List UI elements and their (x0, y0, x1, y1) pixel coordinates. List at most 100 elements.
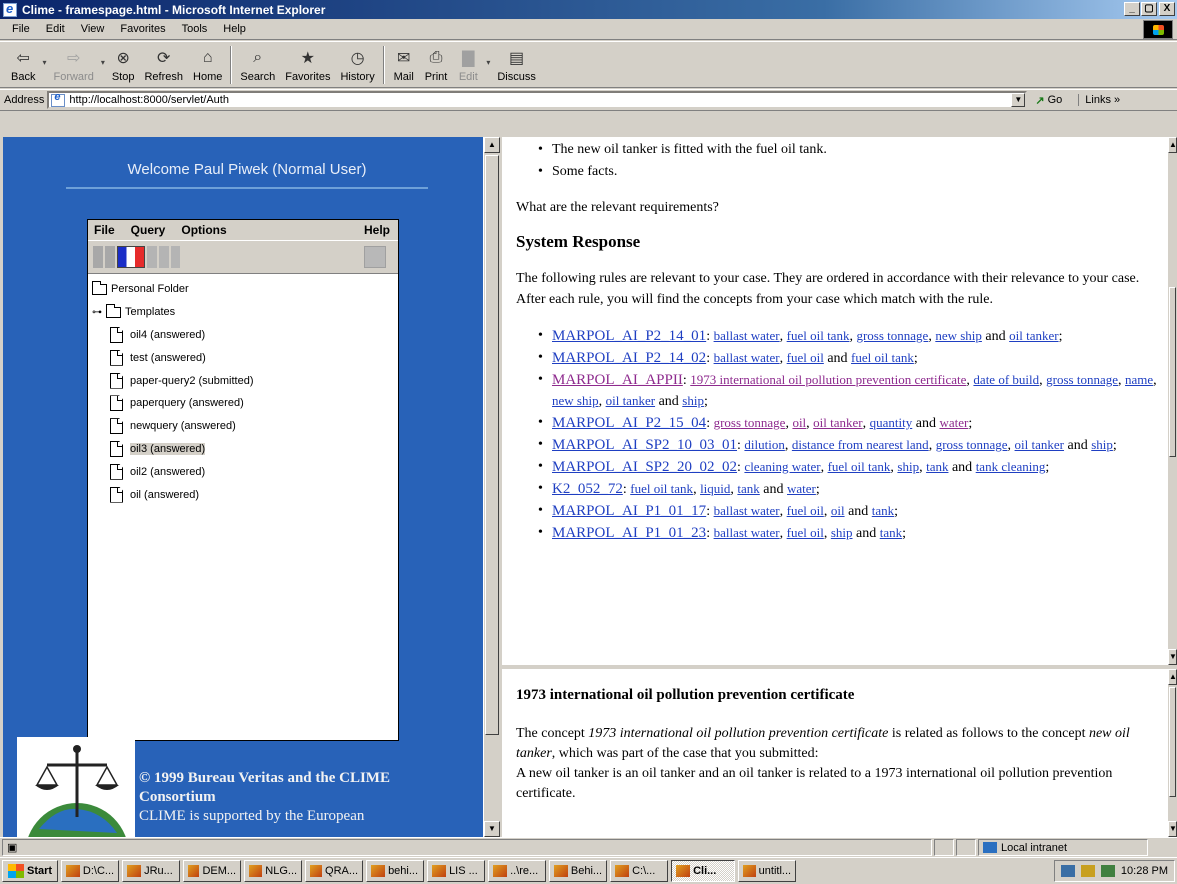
maximize-button[interactable]: ▢ (1141, 2, 1157, 16)
left-frame-scrollbar[interactable]: ▲ ▼ (483, 137, 500, 837)
back-button[interactable]: ⇦ Back (6, 44, 40, 86)
concept-link[interactable]: fuel oil tank (630, 481, 693, 496)
template-item[interactable]: oil3 (answered) (88, 438, 398, 461)
rule-link[interactable]: MARPOL_AI_P1_01_17 (552, 503, 706, 519)
concept-link[interactable]: ballast water (714, 503, 780, 518)
concept-link[interactable]: gross tonnage (1046, 372, 1118, 387)
taskbar-button[interactable]: LIS ... (427, 860, 486, 882)
edit-button[interactable]: ▇ Edit (452, 44, 484, 86)
concept-link[interactable]: tank (737, 481, 759, 496)
scroll-down-icon[interactable]: ▼ (484, 821, 500, 837)
detail-scrollbar[interactable]: ▲ ▼ (1167, 669, 1177, 837)
concept-link[interactable]: new ship (552, 393, 599, 408)
concept-link[interactable]: oil tanker (1009, 328, 1058, 343)
template-item[interactable]: oil (answered) (88, 483, 398, 506)
concept-link[interactable]: water (939, 415, 968, 430)
menu-edit[interactable]: Edit (38, 23, 73, 35)
disabled-tool-icon[interactable] (147, 246, 180, 268)
rule-link[interactable]: MARPOL_AI_SP2_10_03_01 (552, 437, 737, 453)
french-flag-icon[interactable] (117, 246, 145, 268)
taskbar-button[interactable]: C:\... (610, 860, 669, 882)
window-title-bar[interactable]: Clime - framespage.html - Microsoft Inte… (0, 0, 1177, 19)
discuss-button[interactable]: ▤ Discuss (492, 44, 541, 86)
concept-link[interactable]: oil tanker (813, 415, 862, 430)
concept-link[interactable]: quantity (870, 415, 913, 430)
network-icon[interactable] (1060, 865, 1075, 877)
back-dropdown-icon[interactable]: ▾ (40, 58, 48, 67)
applet-menu-options[interactable]: Options (181, 223, 226, 237)
tree-templates-folder[interactable]: ⊶ Templates (88, 301, 398, 324)
scroll-thumb[interactable] (1169, 687, 1176, 797)
concept-link[interactable]: oil tanker (1015, 437, 1064, 452)
concept-link[interactable]: gross tonnage (856, 328, 928, 343)
applet-tool-icon[interactable] (364, 246, 386, 268)
horizontal-frame-divider[interactable] (502, 665, 1177, 669)
template-item[interactable]: oil2 (answered) (88, 460, 398, 483)
taskbar-button[interactable]: NLG... (244, 860, 303, 882)
applet-menu-file[interactable]: File (94, 223, 115, 237)
print-button[interactable]: ⎙ Print (420, 44, 453, 86)
concept-link[interactable]: ship (897, 459, 919, 474)
taskbar-button[interactable]: Behi... (549, 860, 608, 882)
concept-link[interactable]: ship (1091, 437, 1113, 452)
scroll-thumb[interactable] (1169, 287, 1176, 457)
concept-link[interactable]: gross tonnage (936, 437, 1008, 452)
rule-link[interactable]: MARPOL_AI_P2_14_02 (552, 350, 706, 366)
minimize-button[interactable]: _ (1124, 2, 1140, 16)
applet-menu-help[interactable]: Help (364, 223, 390, 237)
go-button[interactable]: ↗ Go (1035, 94, 1062, 107)
forward-button[interactable]: ⇨ Forward (48, 44, 98, 86)
menu-file[interactable]: File (4, 23, 38, 35)
taskbar-button[interactable]: behi... (366, 860, 425, 882)
concept-link[interactable]: cleaning water (744, 459, 820, 474)
concept-link[interactable]: fuel oil tank (787, 328, 850, 343)
rule-link[interactable]: MARPOL_AI_SP2_20_02_02 (552, 459, 737, 475)
template-item[interactable]: paper-query2 (submitted) (88, 369, 398, 392)
search-button[interactable]: ⌕ Search (235, 44, 280, 86)
rule-link[interactable]: MARPOL_AI_P2_15_04 (552, 415, 706, 431)
rule-link[interactable]: MARPOL_AI_P2_14_01 (552, 328, 706, 344)
scroll-down-icon[interactable]: ▼ (1168, 649, 1177, 665)
taskbar-button[interactable]: Cli... (671, 860, 736, 882)
links-button[interactable]: Links » (1078, 94, 1120, 106)
scroll-up-icon[interactable]: ▲ (484, 137, 500, 153)
template-item[interactable]: newquery (answered) (88, 415, 398, 438)
concept-link[interactable]: oil (831, 503, 845, 518)
rule-link[interactable]: MARPOL_AI_APPII (552, 372, 683, 388)
menu-help[interactable]: Help (215, 23, 254, 35)
concept-link[interactable]: liquid (700, 481, 730, 496)
applet-menu-query[interactable]: Query (131, 223, 166, 237)
scroll-thumb[interactable] (485, 155, 499, 735)
template-item[interactable]: test (answered) (88, 346, 398, 369)
scroll-up-icon[interactable]: ▲ (1168, 669, 1177, 685)
concept-link[interactable]: tank (880, 525, 902, 540)
concept-link[interactable]: date of build (973, 372, 1039, 387)
concept-link[interactable]: fuel oil tank (851, 350, 914, 365)
home-button[interactable]: ⌂ Home (188, 44, 227, 86)
scroll-up-icon[interactable]: ▲ (1168, 137, 1177, 153)
concept-link[interactable]: new ship (935, 328, 982, 343)
concept-link[interactable]: oil tanker (606, 393, 655, 408)
history-button[interactable]: ◷ History (335, 44, 379, 86)
volume-icon[interactable] (1080, 865, 1095, 877)
template-item[interactable]: paperquery (answered) (88, 392, 398, 415)
template-item[interactable]: oil4 (answered) (88, 324, 398, 347)
taskbar-button[interactable]: DEM... (183, 860, 242, 882)
menu-view[interactable]: View (73, 23, 113, 35)
concept-link[interactable]: ballast water (714, 525, 780, 540)
concept-link[interactable]: fuel oil (787, 503, 824, 518)
mail-button[interactable]: ✉ Mail (388, 44, 420, 86)
favorites-button[interactable]: ★ Favorites (280, 44, 335, 86)
menu-favorites[interactable]: Favorites (112, 23, 173, 35)
menu-tools[interactable]: Tools (174, 23, 216, 35)
concept-link[interactable]: 1973 international oil pollution prevent… (690, 372, 966, 387)
forward-dropdown-icon[interactable]: ▾ (99, 58, 107, 67)
concept-link[interactable]: water (787, 481, 816, 496)
taskbar-button[interactable]: untitl... (738, 860, 797, 882)
rule-link[interactable]: K2_052_72 (552, 481, 623, 497)
tree-root[interactable]: Personal Folder (88, 278, 398, 301)
grid-view-icon[interactable] (93, 246, 115, 268)
refresh-button[interactable]: ⟳ Refresh (139, 44, 188, 86)
concept-link[interactable]: fuel oil tank (828, 459, 891, 474)
concept-link[interactable]: distance from nearest land (792, 437, 929, 452)
